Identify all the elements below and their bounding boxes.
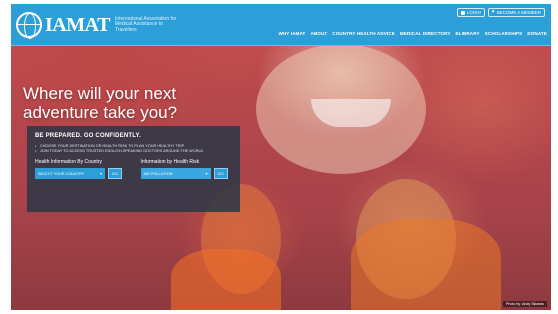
become-member-button[interactable]: ♥ BECOME A MEMBER: [487, 8, 545, 17]
heart-icon: ♥: [491, 9, 495, 15]
utility-links: LOGIN ♥ BECOME A MEMBER: [456, 8, 545, 17]
hero-headline: Where will your next adventure take you?: [23, 84, 178, 122]
photo-credit: Photo by: Andy Sikaraw: [503, 301, 547, 307]
become-member-label: BECOME A MEMBER: [496, 10, 541, 15]
logo-wordmark: IAMAT: [45, 13, 110, 36]
nav-elibrary[interactable]: eLIBRARY: [456, 31, 480, 36]
site-logo[interactable]: IAMAT International Association for Medi…: [16, 12, 185, 39]
card-bullets: CHOOSE YOUR DESTINATION OR HEALTH RISK T…: [35, 144, 232, 154]
photo-sari-right: [351, 219, 501, 310]
login-button[interactable]: LOGIN: [456, 8, 485, 17]
nav-why-iamat[interactable]: WHY IAMAT: [278, 31, 305, 36]
card-bullet: JOIN TODAY TO ACCESS TRUSTED ENGLISH-SPE…: [35, 149, 232, 154]
country-select[interactable]: SELECT YOUR COUNTRY ▾: [35, 168, 105, 179]
site-header: IAMAT International Association for Medi…: [11, 4, 551, 46]
lock-icon: [460, 10, 465, 15]
globe-icon: [16, 12, 42, 39]
login-label: LOGIN: [466, 10, 481, 15]
card-title: BE PREPARED. GO CONFIDENTLY.: [35, 133, 141, 139]
main-nav: WHY IAMAT ABOUT COUNTRY HEALTH ADVICE ME…: [278, 31, 547, 36]
search-card: BE PREPARED. GO CONFIDENTLY. CHOOSE YOUR…: [27, 126, 240, 212]
country-select-value: SELECT YOUR COUNTRY: [38, 171, 85, 176]
country-go-button[interactable]: GO: [108, 168, 122, 179]
chevron-down-icon: ▾: [99, 171, 102, 176]
hero-section: IAMAT International Association for Medi…: [11, 4, 551, 310]
nav-donate[interactable]: DONATE: [527, 31, 547, 36]
nav-country-health-advice[interactable]: COUNTRY HEALTH ADVICE: [332, 31, 395, 36]
card-fields: Health Information By Country SELECT YOU…: [35, 159, 232, 179]
country-field-group: Health Information By Country SELECT YOU…: [35, 159, 127, 179]
risk-label: Information by Health Risk: [140, 159, 200, 165]
nav-about[interactable]: ABOUT: [310, 31, 327, 36]
risk-field-group: Information by Health Risk AIR POLLUTION…: [140, 159, 233, 179]
nav-medical-directory[interactable]: MEDICAL DIRECTORY: [400, 31, 451, 36]
risk-go-button[interactable]: GO: [213, 168, 228, 179]
logo-tagline: International Association for Medical As…: [114, 15, 177, 33]
risk-select-value: AIR POLLUTION: [143, 171, 173, 176]
country-label: Health Information By Country: [35, 159, 102, 165]
chevron-down-icon: ▾: [205, 171, 208, 176]
photo-sari-left: [171, 249, 281, 310]
nav-scholarships[interactable]: SCHOLARSHIPS: [485, 31, 523, 36]
risk-select[interactable]: AIR POLLUTION ▾: [140, 168, 211, 179]
